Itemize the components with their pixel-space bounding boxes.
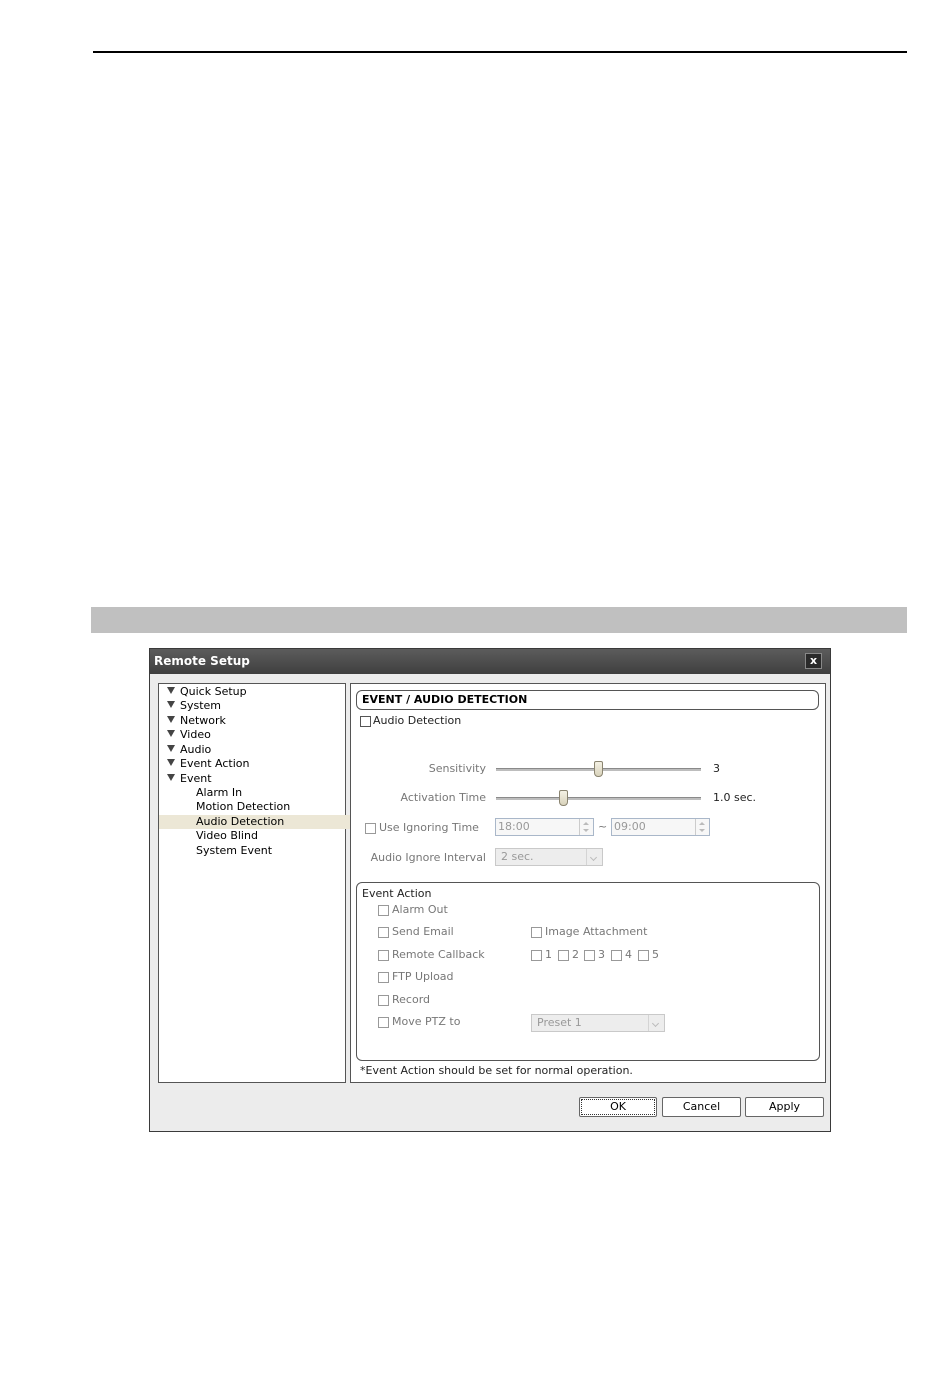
panel-title: EVENT / AUDIO DETECTION [356, 690, 819, 710]
sensitivity-slider-thumb[interactable] [594, 761, 603, 777]
tree-item-system-event[interactable]: System Event [159, 844, 272, 858]
expand-arrow-icon [167, 730, 175, 737]
remote-setup-dialog: Remote Setup x Quick Setup System Networ… [149, 648, 831, 1132]
move-ptz-checkbox[interactable] [378, 1017, 389, 1028]
tree-item-label: Audio [180, 743, 212, 756]
callback-3-checkbox[interactable] [584, 950, 595, 961]
tree-item-motion-detection[interactable]: Motion Detection [159, 800, 290, 814]
ok-button[interactable]: OK [579, 1097, 657, 1117]
use-ignoring-time-checkbox[interactable] [365, 823, 376, 834]
expand-arrow-icon [167, 759, 175, 766]
tree-item-label: Event Action [180, 757, 250, 770]
tree-item-video[interactable]: Video [159, 728, 211, 742]
event-action-note: *Event Action should be set for normal o… [360, 1064, 633, 1077]
expand-arrow-icon [167, 687, 175, 694]
settings-panel: EVENT / AUDIO DETECTION Audio Detection … [350, 683, 826, 1083]
alarm-out-label: Alarm Out [392, 903, 448, 916]
tree-item-network[interactable]: Network [159, 714, 226, 728]
audio-ignore-interval-value: 2 sec. [501, 850, 534, 863]
spin-up-icon [699, 822, 705, 825]
use-ignoring-time-label: Use Ignoring Time [379, 821, 479, 834]
expand-arrow-icon [167, 745, 175, 752]
send-email-checkbox[interactable] [378, 927, 389, 938]
callback-5-checkbox[interactable] [638, 950, 649, 961]
expand-arrow-icon [167, 716, 175, 723]
close-button[interactable]: x [805, 653, 822, 669]
spin-buttons[interactable] [579, 819, 593, 835]
tree-item-label: Network [180, 714, 226, 727]
spin-up-icon [583, 822, 589, 825]
image-attachment-checkbox[interactable] [531, 927, 542, 938]
activation-time-slider-thumb[interactable] [559, 790, 569, 806]
record-checkbox[interactable] [378, 995, 389, 1006]
activation-time-value: 1.0 sec. [713, 791, 757, 804]
ignore-from-time-input[interactable]: 18:00 [495, 818, 594, 836]
tree-item-video-blind[interactable]: Video Blind [159, 829, 258, 843]
apply-button[interactable]: Apply [745, 1097, 824, 1117]
ptz-preset-select[interactable]: Preset 1 [531, 1014, 665, 1032]
section-band [91, 607, 907, 633]
spin-down-icon [699, 829, 705, 832]
activation-time-label: Activation Time [400, 791, 487, 804]
audio-ignore-interval-label: Audio Ignore Interval [370, 851, 486, 864]
ptz-preset-value: Preset 1 [537, 1016, 582, 1029]
tree-item-system[interactable]: System [159, 699, 221, 713]
tree-item-quick-setup[interactable]: Quick Setup [159, 685, 247, 699]
sensitivity-value: 3 [713, 762, 720, 775]
audio-ignore-interval-select[interactable]: 2 sec. [495, 848, 603, 866]
expand-arrow-icon [167, 774, 175, 781]
dialog-title: Remote Setup [154, 654, 250, 668]
record-label: Record [392, 993, 431, 1006]
sensitivity-label: Sensitivity [428, 762, 486, 775]
time-range-separator: ~ [598, 820, 608, 833]
expand-arrow-icon [167, 701, 175, 708]
ftp-upload-label: FTP Upload [392, 970, 454, 983]
callback-1-checkbox[interactable] [531, 950, 542, 961]
callback-2-label: 2 [572, 948, 579, 961]
settings-tree: Quick Setup System Network Video Audio E… [158, 683, 381, 1083]
callback-3-label: 3 [598, 948, 605, 961]
callback-4-checkbox[interactable] [611, 950, 622, 961]
event-action-group: Event Action Alarm Out Send Email Image … [356, 882, 820, 1061]
image-attachment-label: Image Attachment [545, 925, 648, 938]
spin-down-icon [583, 829, 589, 832]
move-ptz-label: Move PTZ to [392, 1015, 461, 1028]
chevron-down-icon [586, 849, 602, 865]
tree-item-label: System [180, 699, 222, 712]
ftp-upload-checkbox[interactable] [378, 972, 389, 983]
page-header-rule [93, 51, 907, 53]
callback-5-label: 5 [652, 948, 659, 961]
alarm-out-checkbox[interactable] [378, 905, 389, 916]
dialog-titlebar: Remote Setup x [150, 649, 830, 674]
spin-buttons[interactable] [695, 819, 709, 835]
callback-4-label: 4 [625, 948, 632, 961]
remote-callback-checkbox[interactable] [378, 950, 389, 961]
tree-item-label: Video [180, 728, 211, 741]
activation-time-slider[interactable] [496, 797, 701, 800]
tree-item-event-action[interactable]: Event Action [159, 757, 249, 771]
chevron-down-icon [648, 1015, 664, 1031]
audio-detection-label: Audio Detection [373, 714, 462, 727]
tree-item-label: Quick Setup [180, 685, 247, 698]
tree-item-audio[interactable]: Audio [159, 743, 211, 757]
ignore-to-time-value: 09:00 [614, 820, 646, 833]
tree-item-audio-detection[interactable]: Audio Detection [159, 815, 381, 829]
close-icon: x [809, 654, 818, 667]
ignore-from-time-value: 18:00 [498, 820, 530, 833]
tree-item-event[interactable]: Event [159, 772, 212, 786]
tree-item-label: Event [180, 772, 212, 785]
callback-1-label: 1 [545, 948, 552, 961]
tree-item-alarm-in[interactable]: Alarm In [159, 786, 242, 800]
remote-callback-label: Remote Callback [392, 948, 485, 961]
send-email-label: Send Email [392, 925, 454, 938]
event-action-title: Event Action [362, 887, 432, 900]
callback-2-checkbox[interactable] [558, 950, 569, 961]
cancel-button[interactable]: Cancel [662, 1097, 741, 1117]
ignore-to-time-input[interactable]: 09:00 [611, 818, 710, 836]
audio-detection-checkbox[interactable] [360, 716, 371, 727]
